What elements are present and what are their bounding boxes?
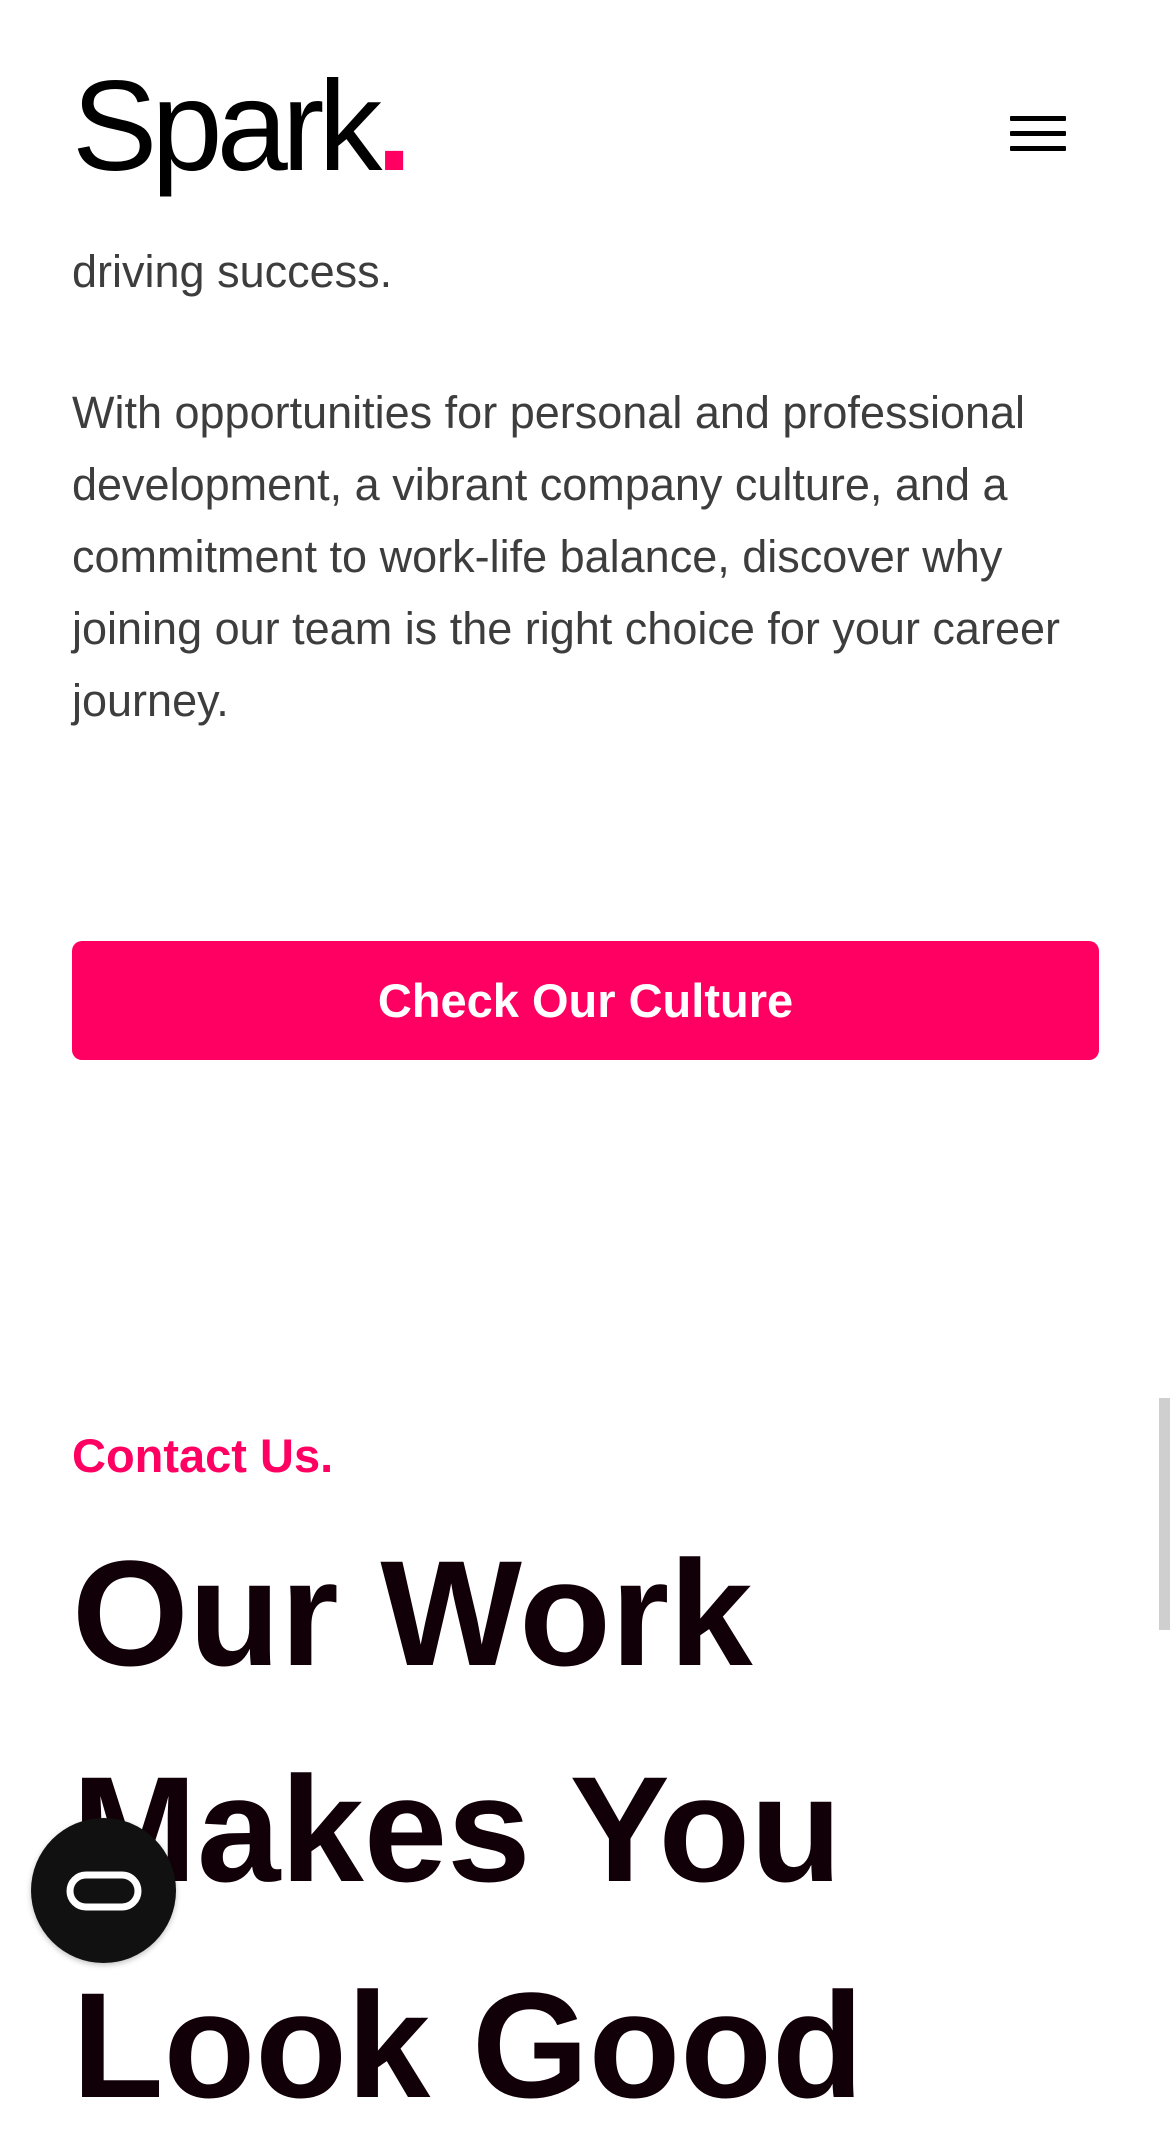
- contact-headline: Our Work Makes You Look Good: [72, 1529, 864, 2129]
- menu-bar: [1010, 116, 1066, 121]
- check-our-culture-button[interactable]: Check Our Culture: [72, 941, 1099, 1060]
- chat-widget-button[interactable]: [31, 1818, 176, 1963]
- menu-bar: [1010, 146, 1066, 151]
- hamburger-menu-icon[interactable]: [1004, 108, 1076, 166]
- intro-paragraph: With opportunities for personal and prof…: [72, 387, 1060, 726]
- scrollbar-thumb[interactable]: [1159, 1398, 1170, 1630]
- intro-clipped-line: driving success.: [72, 246, 393, 297]
- logo-dot: .: [376, 55, 411, 198]
- menu-bar: [1010, 131, 1066, 136]
- site-logo[interactable]: Spark.: [72, 52, 412, 202]
- site-header: Spark.: [0, 0, 1170, 244]
- contact-eyebrow: Contact Us.: [72, 1429, 334, 1482]
- chat-bubble-icon: [66, 1871, 141, 1910]
- logo-text: Spark: [72, 55, 382, 198]
